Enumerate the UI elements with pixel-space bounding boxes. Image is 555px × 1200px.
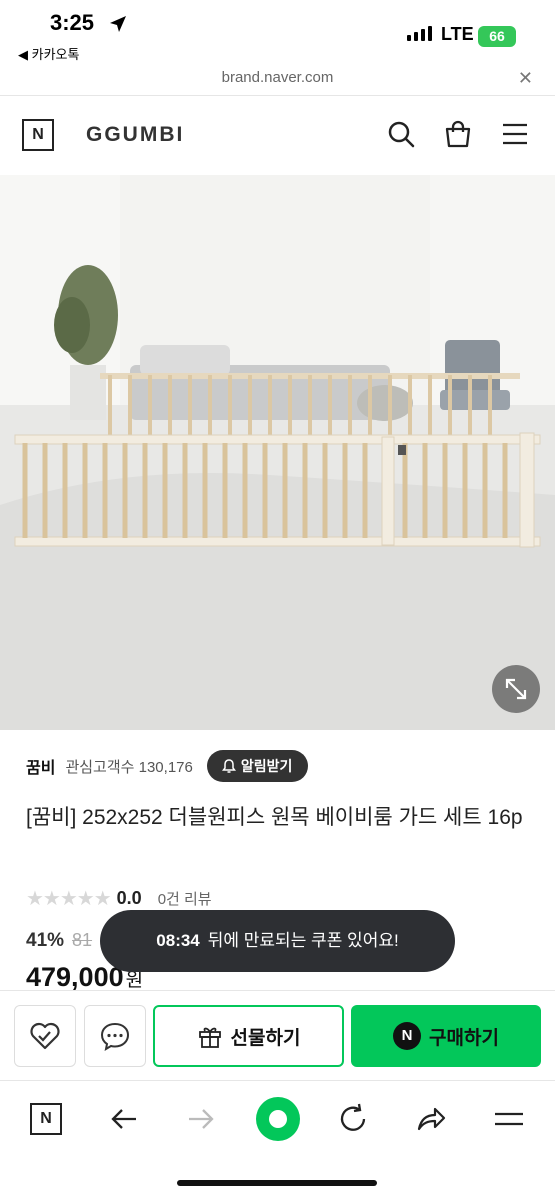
share-icon[interactable]	[411, 1099, 451, 1139]
currency: 원	[125, 970, 144, 991]
clock: 3:25	[50, 10, 95, 35]
alarm-button[interactable]: 알림받기	[206, 750, 309, 782]
brand-info-row: 꿈비 관심고객수 130,176 알림받기	[26, 750, 309, 782]
expand-image-button[interactable]	[492, 665, 540, 713]
buy-label: 구매하기	[429, 1027, 499, 1049]
signal-icon	[407, 26, 432, 41]
forward-arrow-icon[interactable]	[181, 1099, 221, 1139]
talk-button[interactable]	[84, 1005, 146, 1067]
search-icon[interactable]	[386, 119, 416, 149]
brand-name[interactable]: GGUMBI	[86, 123, 184, 147]
home-indicator[interactable]	[177, 1180, 377, 1186]
toolbar-logo: N	[30, 1103, 62, 1135]
coupon-message: 뒤에 만료되는 쿠폰 있어요!	[207, 931, 399, 950]
star-rating-icon: ★★★★★	[26, 888, 112, 910]
refresh-icon[interactable]	[333, 1099, 373, 1139]
wishlist-button[interactable]	[14, 1005, 76, 1067]
alarm-label: 알림받기	[240, 758, 293, 774]
follower-count: 관심고객수 130,176	[65, 758, 193, 776]
coupon-toast[interactable]: 08:34 뒤에 만료되는 쿠폰 있어요!	[100, 910, 455, 972]
naver-logo[interactable]: N	[22, 119, 54, 151]
baby-room-photo	[0, 175, 555, 730]
coupon-countdown: 08:34	[156, 931, 200, 950]
product-title: [꿈비] 252x252 더블원피스 원목 베이비룸 가드 세트 16p	[26, 806, 523, 829]
battery-level: 66	[489, 28, 505, 44]
bell-plus-icon	[221, 759, 236, 773]
close-icon[interactable]: ✕	[518, 68, 533, 89]
green-dot-icon[interactable]	[252, 1093, 304, 1145]
rating-row[interactable]: ★★★★★ 0.0 0건 리뷰	[26, 886, 212, 911]
shopping-bag-icon[interactable]	[443, 119, 473, 149]
gift-icon	[198, 1027, 221, 1048]
menu-icon[interactable]	[500, 119, 530, 149]
price-value: 479,000	[26, 962, 124, 992]
forward-arrow-svg	[189, 1109, 214, 1129]
rating-score: 0.0	[116, 888, 142, 908]
status-bar: 3:25 ◀ 카카오톡 LTE 66	[0, 0, 555, 62]
naver-home-icon[interactable]: N	[26, 1099, 66, 1139]
gift-label: 선물하기	[230, 1027, 301, 1049]
back-to-app-link[interactable]: ◀ 카카오톡	[18, 44, 79, 63]
back-arrow-svg	[111, 1109, 136, 1129]
gift-button[interactable]: 선물하기	[153, 1005, 344, 1067]
url-bar: brand.naver.com ✕	[0, 62, 555, 96]
discount-rate: 41%	[26, 930, 65, 951]
share-svg	[417, 1107, 446, 1131]
brand-header: N GGUMBI	[0, 97, 555, 175]
heart-check-icon	[30, 1022, 60, 1050]
network-type: LTE	[441, 24, 474, 44]
battery-icon: 66	[478, 26, 516, 47]
product-image[interactable]	[0, 175, 555, 730]
original-price: 81	[72, 930, 93, 950]
product-brand[interactable]: 꿈비	[26, 754, 55, 778]
url-text[interactable]: brand.naver.com	[0, 69, 555, 86]
chat-bubble-icon	[100, 1022, 130, 1052]
discount-row: 41% 81	[26, 930, 92, 952]
location-arrow-icon	[110, 16, 126, 32]
refresh-svg	[340, 1103, 366, 1131]
green-dot-svg	[256, 1097, 300, 1141]
back-arrow-icon[interactable]	[104, 1099, 144, 1139]
naver-pay-icon: N	[393, 1022, 422, 1050]
expand-icon	[505, 678, 527, 700]
menu-icon[interactable]	[489, 1099, 529, 1139]
menu-svg	[495, 1112, 523, 1126]
purchase-action-bar: 선물하기 N 구매하기	[0, 990, 555, 1080]
review-count[interactable]: 0건 리뷰	[158, 888, 212, 909]
buy-button[interactable]: N 구매하기	[351, 1005, 541, 1067]
